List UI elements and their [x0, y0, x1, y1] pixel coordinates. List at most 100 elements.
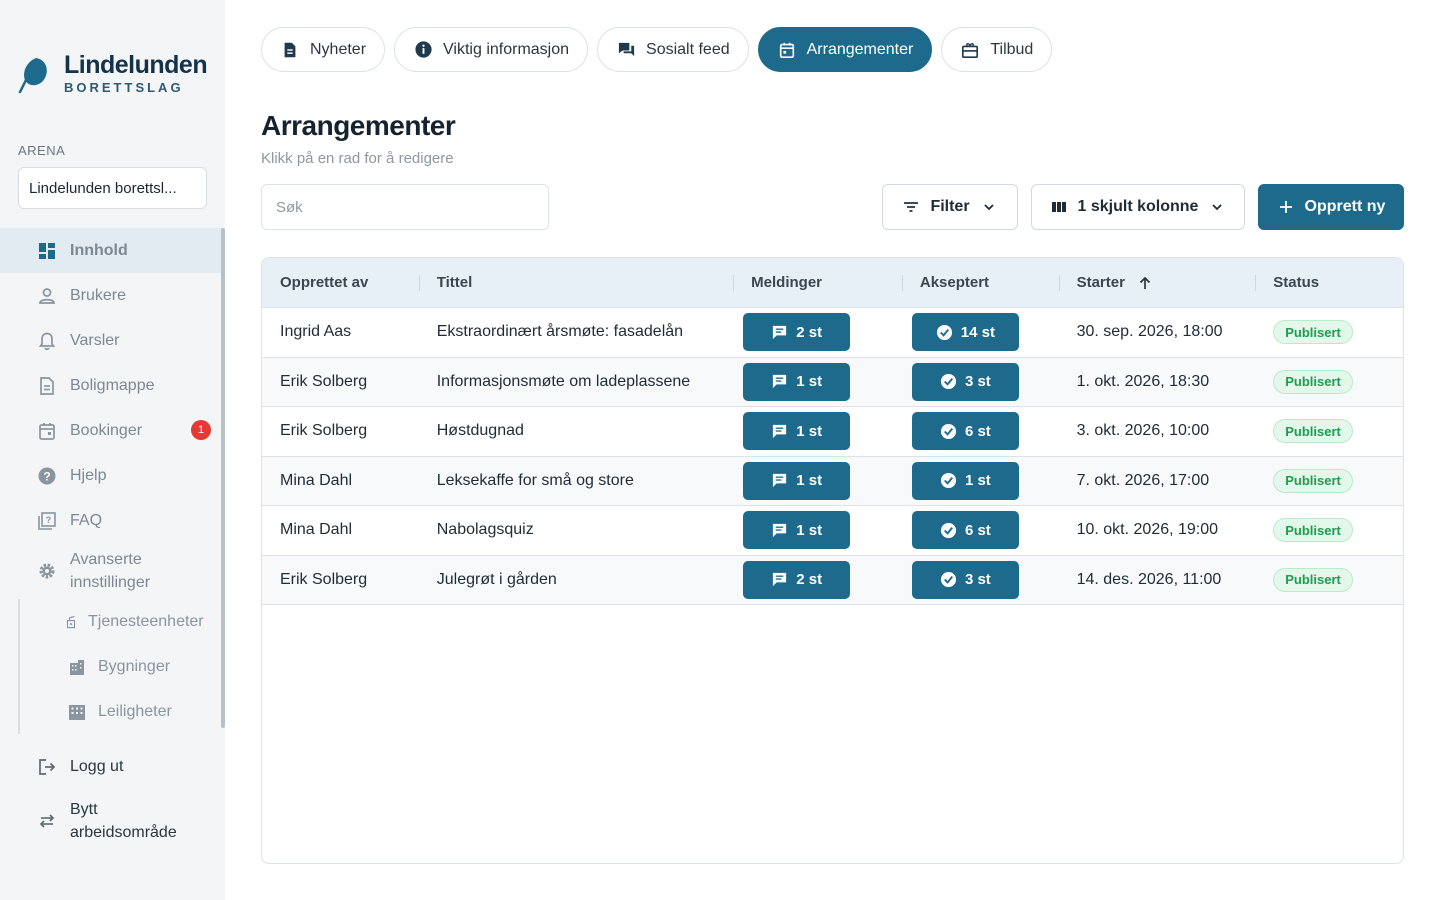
sidebar-item-hjelp[interactable]: ? Hjelp: [0, 453, 221, 498]
cell-messages: 1 st: [733, 407, 902, 456]
tab-tilbud[interactable]: Tilbud: [941, 27, 1053, 72]
table-row[interactable]: Erik Solberg Informasjonsmøte om ladeplas…: [262, 357, 1403, 407]
gear-icon: [36, 560, 58, 582]
messages-button[interactable]: 1 st: [743, 461, 851, 500]
brand-logo[interactable]: Lindelunden BORETTSLAG: [18, 52, 208, 96]
sidebar-item-bygninger[interactable]: Bygninger: [20, 644, 221, 689]
cell-author: Erik Solberg: [280, 422, 368, 440]
sidebar-item-tjenesteenheter[interactable]: Tjenesteenheter: [20, 599, 221, 644]
messages-count: 1 st: [796, 521, 823, 539]
accepted-count: 1 st: [964, 472, 991, 490]
column-header-start[interactable]: Starter: [1058, 258, 1256, 307]
event-icon: [777, 40, 797, 60]
accepted-button[interactable]: 1 st: [911, 461, 1019, 500]
table-row[interactable]: Erik Solberg Høstdugnad 1 st 6 st 3. okt. 20…: [262, 407, 1403, 457]
messages-count: 2 st: [796, 571, 823, 589]
sidebar-item-label: Avanserte innstillinger: [70, 551, 151, 591]
accepted-button[interactable]: 14 st: [911, 313, 1019, 352]
create-new-button[interactable]: Opprett ny: [1258, 184, 1404, 230]
tab-label: Sosialt feed: [646, 40, 730, 58]
status-badge: Publisert: [1273, 518, 1353, 543]
table-row[interactable]: Mina Dahl Leksekaffe for små og store 1 st…: [262, 456, 1403, 506]
table-row[interactable]: Erik Solberg Julegrøt i gården 2 st 3 st 14.…: [262, 555, 1403, 605]
messages-count: 2 st: [796, 323, 823, 341]
accepted-button[interactable]: 6 st: [911, 511, 1019, 550]
sidebar-item-leiligheter[interactable]: Leiligheter: [20, 689, 221, 734]
cell-accepted: 1 st: [902, 457, 1059, 506]
sidebar-item-faq[interactable]: ? FAQ: [0, 498, 221, 543]
message-icon: [773, 573, 787, 587]
content-tabs: Nyheter Viktig informasjon Sosialt feed …: [261, 27, 1061, 72]
create-new-label: Opprett ny: [1304, 198, 1386, 215]
tab-sosialt-feed[interactable]: Sosialt feed: [597, 27, 749, 72]
cell-start: 10. okt. 2026, 19:00: [1076, 521, 1219, 539]
message-icon: [773, 375, 787, 389]
filter-button[interactable]: Filter: [882, 184, 1018, 230]
sidebar-scrollbar[interactable]: [221, 228, 225, 728]
sidebar-item-switch-workspace[interactable]: Bytt arbeidsområde: [0, 793, 221, 849]
column-header-status[interactable]: Status: [1255, 258, 1403, 307]
advanced-settings-submenu: Tjenesteenheter Bygninger Leiligheter: [18, 599, 221, 734]
sidebar-item-boligmappe[interactable]: Boligmappe: [0, 363, 221, 408]
column-header-messages[interactable]: Meldinger: [733, 258, 902, 307]
tab-arrangementer[interactable]: Arrangementer: [757, 27, 933, 72]
arena-select[interactable]: Lindelunden borettsl...: [18, 167, 207, 209]
cell-accepted: 3 st: [902, 358, 1059, 407]
offer-icon: [960, 40, 980, 60]
columns-button[interactable]: 1 skjult kolonne: [1031, 184, 1245, 230]
sidebar-item-varsler[interactable]: Varsler: [0, 318, 221, 363]
cell-messages: 1 st: [733, 506, 902, 555]
sidebar-item-advanced-settings[interactable]: Avanserte innstillinger: [0, 543, 221, 599]
cell-status: Publisert: [1255, 407, 1403, 456]
sidebar-item-bookinger[interactable]: Bookinger 1: [0, 408, 221, 453]
sidebar-item-innhold[interactable]: Innhold: [0, 228, 221, 273]
filter-label: Filter: [930, 198, 970, 215]
column-header-label: Starter: [1076, 274, 1125, 291]
sidebar-item-label: FAQ: [70, 511, 103, 529]
status-badge: Publisert: [1273, 320, 1353, 345]
sidebar-subitem-label: Leiligheter: [98, 702, 172, 720]
events-table: Opprettet av Tittel Meldinger Akseptert …: [261, 257, 1404, 864]
messages-button[interactable]: 1 st: [743, 511, 851, 550]
sidebar-item-brukere[interactable]: Brukere: [0, 273, 221, 318]
messages-button[interactable]: 2 st: [743, 313, 851, 352]
calendar-icon: [36, 420, 58, 442]
info-icon: [413, 40, 433, 60]
messages-count: 1 st: [796, 422, 823, 440]
column-header-author[interactable]: Opprettet av: [262, 258, 419, 307]
sidebar-item-logout[interactable]: Logg ut: [0, 744, 221, 789]
cell-accepted: 6 st: [902, 407, 1059, 456]
swap-icon: [36, 810, 58, 832]
table-row[interactable]: Mina Dahl Nabolagsquiz 1 st 6 st 10. okt. 20…: [262, 506, 1403, 556]
cell-status: Publisert: [1255, 506, 1403, 555]
accepted-button[interactable]: 6 st: [911, 412, 1019, 451]
sidebar-item-label: Bookinger: [70, 421, 143, 439]
messages-button[interactable]: 1 st: [743, 362, 851, 401]
accepted-count: 3 st: [964, 571, 991, 589]
columns-label: 1 skjult kolonne: [1077, 198, 1199, 215]
message-icon: [773, 325, 787, 339]
messages-button[interactable]: 1 st: [743, 412, 851, 451]
tab-label: Tilbud: [990, 40, 1034, 58]
cell-accepted: 6 st: [902, 506, 1059, 555]
column-header-title[interactable]: Tittel: [418, 258, 733, 307]
tab-viktig-informasjon[interactable]: Viktig informasjon: [394, 27, 589, 72]
cell-start: 1. okt. 2026, 18:30: [1076, 372, 1210, 390]
sidebar-item-label: Brukere: [70, 286, 127, 304]
cell-status: Publisert: [1255, 556, 1403, 605]
column-header-label: Meldinger: [751, 274, 822, 291]
cell-messages: 1 st: [733, 358, 902, 407]
cell-title: Informasjonsmøte om ladeplassene: [436, 372, 691, 390]
messages-button[interactable]: 2 st: [743, 560, 851, 599]
bell-icon: [36, 330, 58, 352]
accepted-button[interactable]: 3 st: [911, 560, 1019, 599]
table-row[interactable]: Ingrid Aas Ekstraordinært årsmøte: fasade…: [262, 308, 1403, 358]
sort-ascending-icon[interactable]: [1137, 275, 1153, 291]
accepted-button[interactable]: 3 st: [911, 362, 1019, 401]
cell-title: Nabolagsquiz: [436, 521, 534, 539]
column-header-accepted[interactable]: Akseptert: [901, 258, 1059, 307]
page-subtitle: Klikk på en rad for å redigere: [261, 150, 454, 167]
search-input[interactable]: [261, 184, 549, 230]
cell-author: Erik Solberg: [280, 372, 368, 390]
tab-nyheter[interactable]: Nyheter: [261, 27, 386, 72]
